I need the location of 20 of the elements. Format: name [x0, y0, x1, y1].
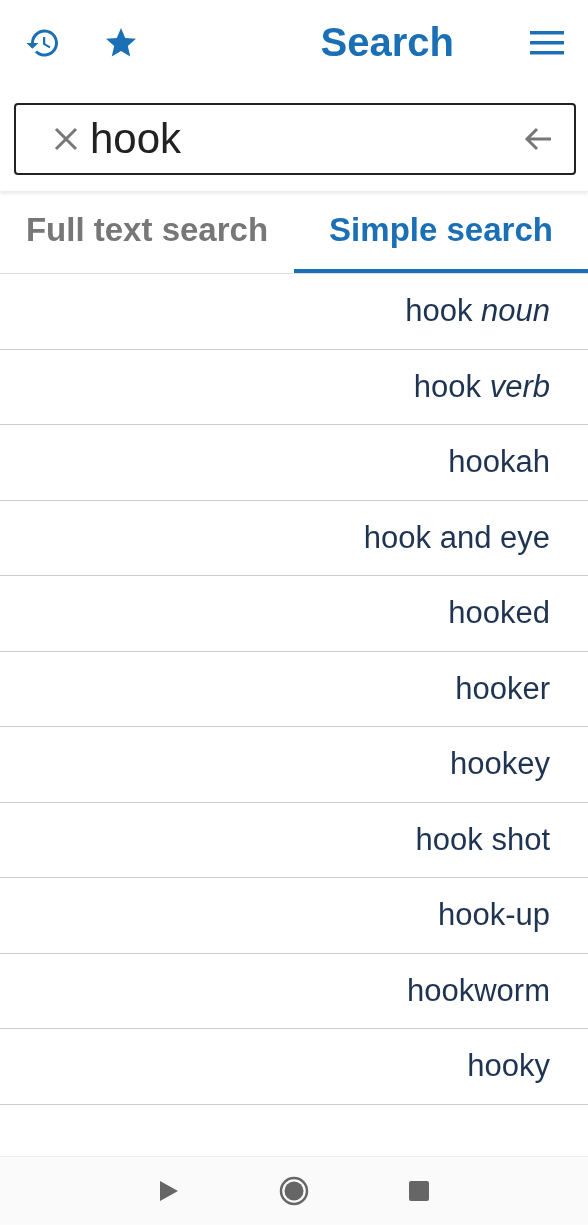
result-item[interactable]: hooky	[467, 1048, 550, 1085]
result-item[interactable]: hookworm	[407, 972, 550, 1009]
search-mode-tab[interactable]: Full text search	[0, 191, 294, 273]
page-title: Search	[320, 20, 454, 65]
result-item[interactable]: hooked	[448, 595, 550, 632]
menu-icon[interactable]	[530, 29, 564, 56]
search-mode-tab[interactable]: Simple search	[294, 191, 588, 273]
result-item[interactable]: hook-up	[437, 897, 550, 934]
back-arrow-icon[interactable]	[524, 127, 552, 151]
result-item[interactable]: hook verb	[413, 368, 550, 405]
clear-icon[interactable]	[54, 127, 78, 151]
result-item[interactable]: hook shot	[415, 821, 550, 858]
result-item[interactable]: hookah	[448, 444, 550, 481]
record-icon[interactable]	[279, 1176, 309, 1206]
result-item[interactable]: hook and eye	[363, 519, 550, 556]
search-field[interactable]: hook	[14, 103, 576, 175]
result-item[interactable]: hooker	[455, 670, 550, 707]
play-icon[interactable]	[159, 1180, 179, 1202]
result-item[interactable]: hookey	[450, 746, 550, 783]
result-item[interactable]: hook noun	[405, 293, 550, 330]
